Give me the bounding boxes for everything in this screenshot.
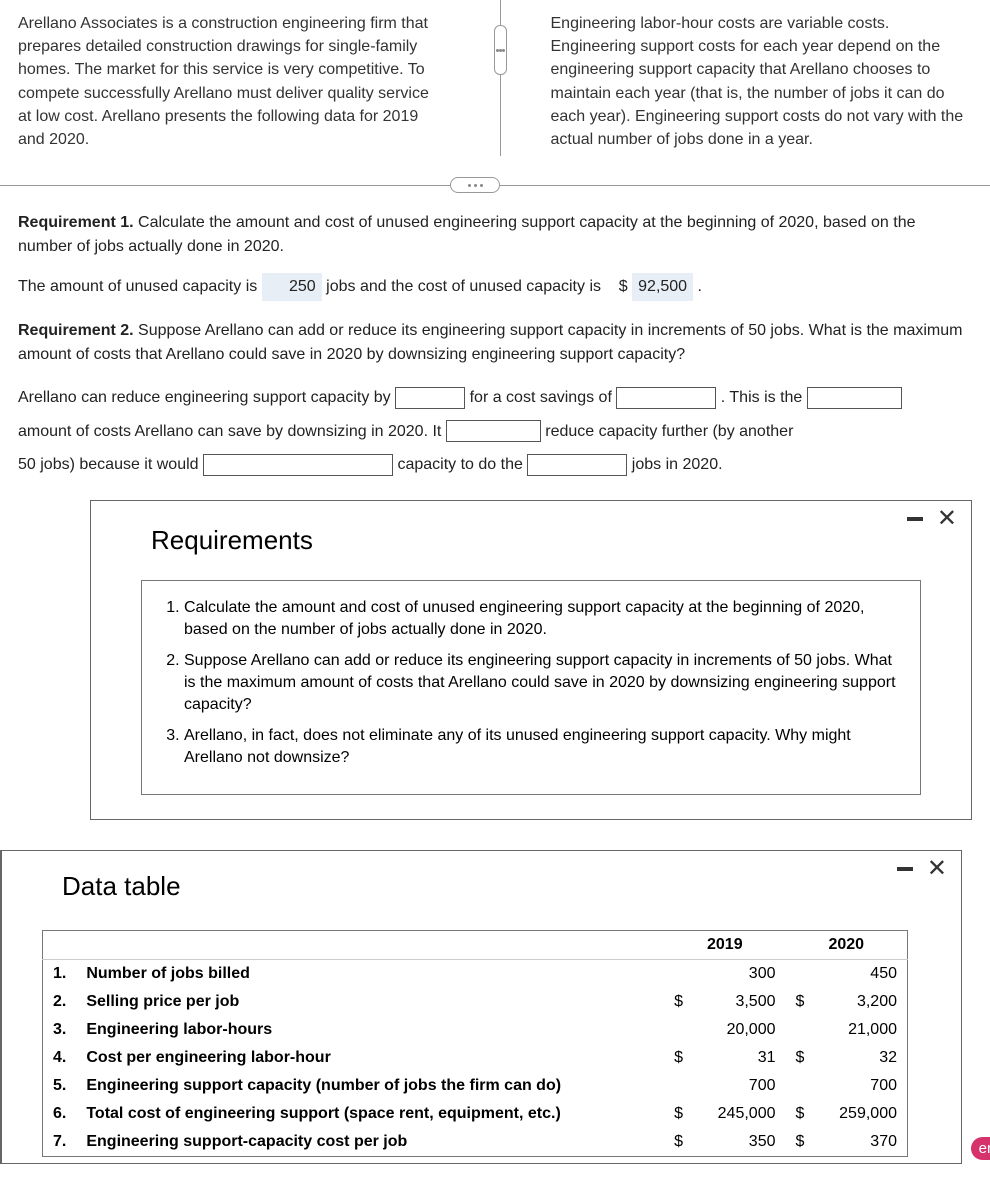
data-table-modal: ✕ Data table 2019 2020 1.Number of jobs … xyxy=(0,850,962,1164)
requirements-title: Requirements xyxy=(91,501,971,580)
table-row: 5.Engineering support capacity (number o… xyxy=(43,1072,908,1100)
table-row: 2.Selling price per job$3,500$3,200 xyxy=(43,988,908,1016)
requirement-2: Requirement 2. Suppose Arellano can add … xyxy=(18,319,972,367)
req2-l8: jobs in 2020. xyxy=(632,456,723,473)
requirements-modal: ✕ Requirements Calculate the amount and … xyxy=(90,500,972,820)
req1-head: Requirement 1. xyxy=(18,214,134,231)
intro-left: Arellano Associates is a construction en… xyxy=(18,12,500,151)
req2-l3: . This is the xyxy=(721,389,803,406)
minimize-icon[interactable] xyxy=(907,517,923,521)
horizontal-divider-wrap xyxy=(0,171,990,201)
would-blank-input[interactable] xyxy=(203,454,393,476)
req-item-1: Calculate the amount and cost of unused … xyxy=(184,597,902,642)
req1-s1c: $ xyxy=(619,278,628,295)
cost-savings-input[interactable] xyxy=(616,387,716,409)
it-blank-input[interactable] xyxy=(446,420,541,442)
requirements-list-box: Calculate the amount and cost of unused … xyxy=(141,580,921,795)
req2-l1: Arellano can reduce engineering support … xyxy=(18,389,391,406)
problem-intro: Arellano Associates is a construction en… xyxy=(0,0,990,171)
horizontal-drag-handle[interactable] xyxy=(450,177,500,193)
table-row: 3.Engineering labor-hours20,00021,000 xyxy=(43,1016,908,1044)
req1-s1a: The amount of unused capacity is xyxy=(18,278,257,295)
data-table: 2019 2020 1.Number of jobs billed300450 … xyxy=(42,930,908,1157)
table-row: 4.Cost per engineering labor-hour$31$32 xyxy=(43,1044,908,1072)
req1-answer-row: The amount of unused capacity is 250 job… xyxy=(18,273,972,301)
req2-l7: capacity to do the xyxy=(397,456,522,473)
req1-s1b: jobs and the cost of unused capacity is xyxy=(326,278,601,295)
table-header-row: 2019 2020 xyxy=(43,930,908,959)
requirement-1: Requirement 1. Calculate the amount and … xyxy=(18,211,972,259)
req2-l5: reduce capacity further (by another xyxy=(545,423,793,440)
th-2020: 2020 xyxy=(786,930,908,959)
req1-text: Calculate the amount and cost of unused … xyxy=(18,214,915,255)
req2-l6: 50 jobs) because it would xyxy=(18,456,199,473)
unused-capacity-input[interactable]: 250 xyxy=(262,273,322,301)
req2-answer-rows: Arellano can reduce engineering support … xyxy=(18,381,972,482)
th-blank xyxy=(43,930,665,959)
close-icon[interactable]: ✕ xyxy=(927,861,947,877)
req2-l2: for a cost savings of xyxy=(470,389,612,406)
table-row: 6.Total cost of engineering support (spa… xyxy=(43,1100,908,1128)
minimize-icon[interactable] xyxy=(897,867,913,871)
req2-l4: amount of costs Arellano can save by dow… xyxy=(18,423,441,440)
unused-cost-input[interactable]: 92,500 xyxy=(632,273,693,301)
intro-right: Engineering labor-hour costs are variabl… xyxy=(501,12,973,151)
req1-s1d: . xyxy=(698,278,702,295)
vertical-divider xyxy=(500,0,501,156)
help-badge[interactable]: er xyxy=(971,1137,990,1160)
reduce-by-input[interactable] xyxy=(395,387,465,409)
data-table-title: Data table xyxy=(2,851,961,930)
close-icon[interactable]: ✕ xyxy=(937,511,957,527)
table-row: 7.Engineering support-capacity cost per … xyxy=(43,1128,908,1157)
this-is-the-input[interactable] xyxy=(807,387,902,409)
req-item-2: Suppose Arellano can add or reduce its e… xyxy=(184,650,902,717)
req2-text: Suppose Arellano can add or reduce its e… xyxy=(18,322,962,363)
th-2019: 2019 xyxy=(664,930,785,959)
req2-head: Requirement 2. xyxy=(18,322,134,339)
do-the-blank-input[interactable] xyxy=(527,454,627,476)
req-item-3: Arellano, in fact, does not eliminate an… xyxy=(184,725,902,770)
vertical-drag-handle[interactable] xyxy=(494,25,507,75)
table-row: 1.Number of jobs billed300450 xyxy=(43,959,908,988)
